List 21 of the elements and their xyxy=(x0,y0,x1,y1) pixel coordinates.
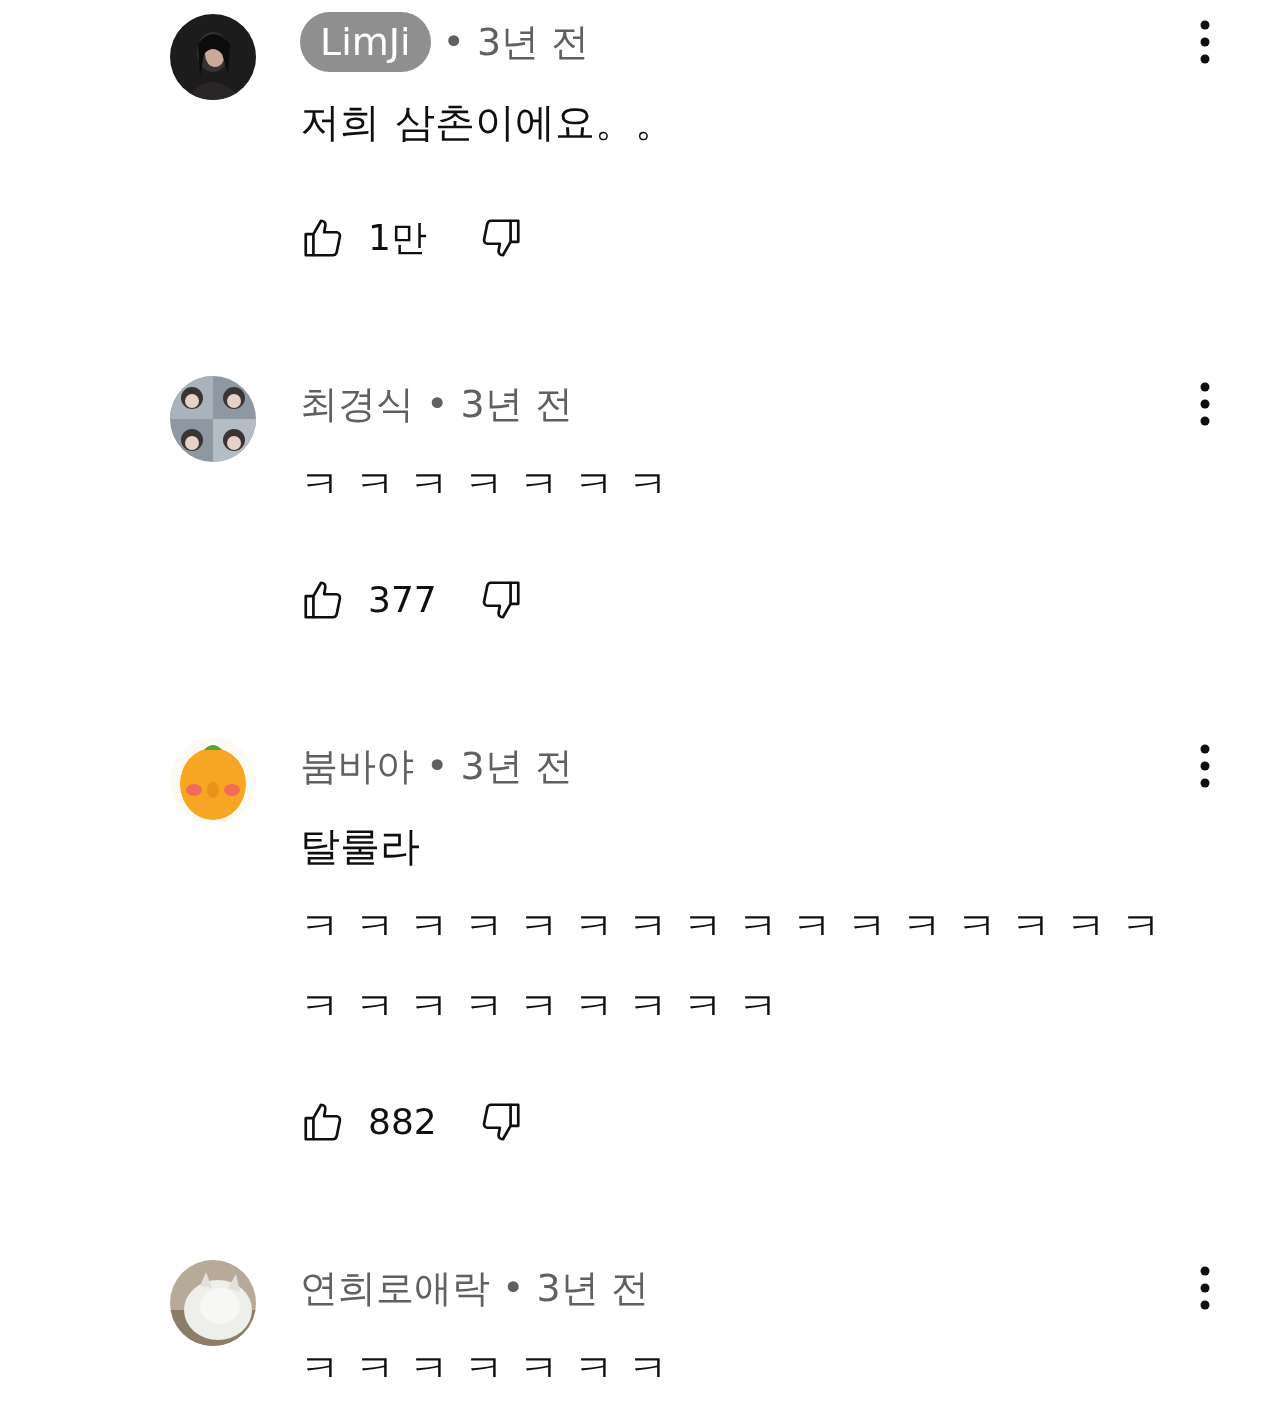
author-name[interactable]: 연희로애락 xyxy=(300,1259,490,1317)
comment-time: • 3년 전 xyxy=(426,742,573,790)
comment-text: 탈룰라 xyxy=(300,822,421,871)
comment-text: 저희 삼촌이에요。。 xyxy=(300,98,676,147)
like-count: 377 xyxy=(368,578,438,622)
comment-text: ㅋ ㅋ ㅋ ㅋ ㅋ ㅋ ㅋ ㅋ ㅋ xyxy=(300,982,779,1031)
comment-time: • 3년 전 xyxy=(442,18,590,66)
more-options-icon[interactable] xyxy=(1200,744,1210,788)
like-count: 882 xyxy=(368,1100,438,1144)
author-name[interactable]: 최경식 xyxy=(300,375,414,433)
comment-time: • 3년 전 xyxy=(502,1264,649,1312)
more-options-icon[interactable] xyxy=(1200,382,1210,426)
comment-time: • 3년 전 xyxy=(426,380,573,428)
like-count: 1만 xyxy=(368,216,428,260)
comment-text: ㅋ ㅋ ㅋ ㅋ ㅋ ㅋ ㅋ xyxy=(300,460,670,509)
more-options-icon[interactable] xyxy=(1200,1266,1210,1310)
author-name[interactable]: 붐바야 xyxy=(300,737,414,795)
comment-text: ㅋ ㅋ ㅋ ㅋ ㅋ ㅋ ㅋ xyxy=(300,1344,670,1393)
more-options-icon[interactable] xyxy=(1200,20,1210,64)
author-name[interactable]: LimJi xyxy=(300,12,431,72)
comment-text: ㅋ ㅋ ㅋ ㅋ ㅋ ㅋ ㅋ ㅋ ㅋ ㅋ ㅋ ㅋ ㅋ ㅋ ㅋ ㅋ xyxy=(300,902,1162,951)
